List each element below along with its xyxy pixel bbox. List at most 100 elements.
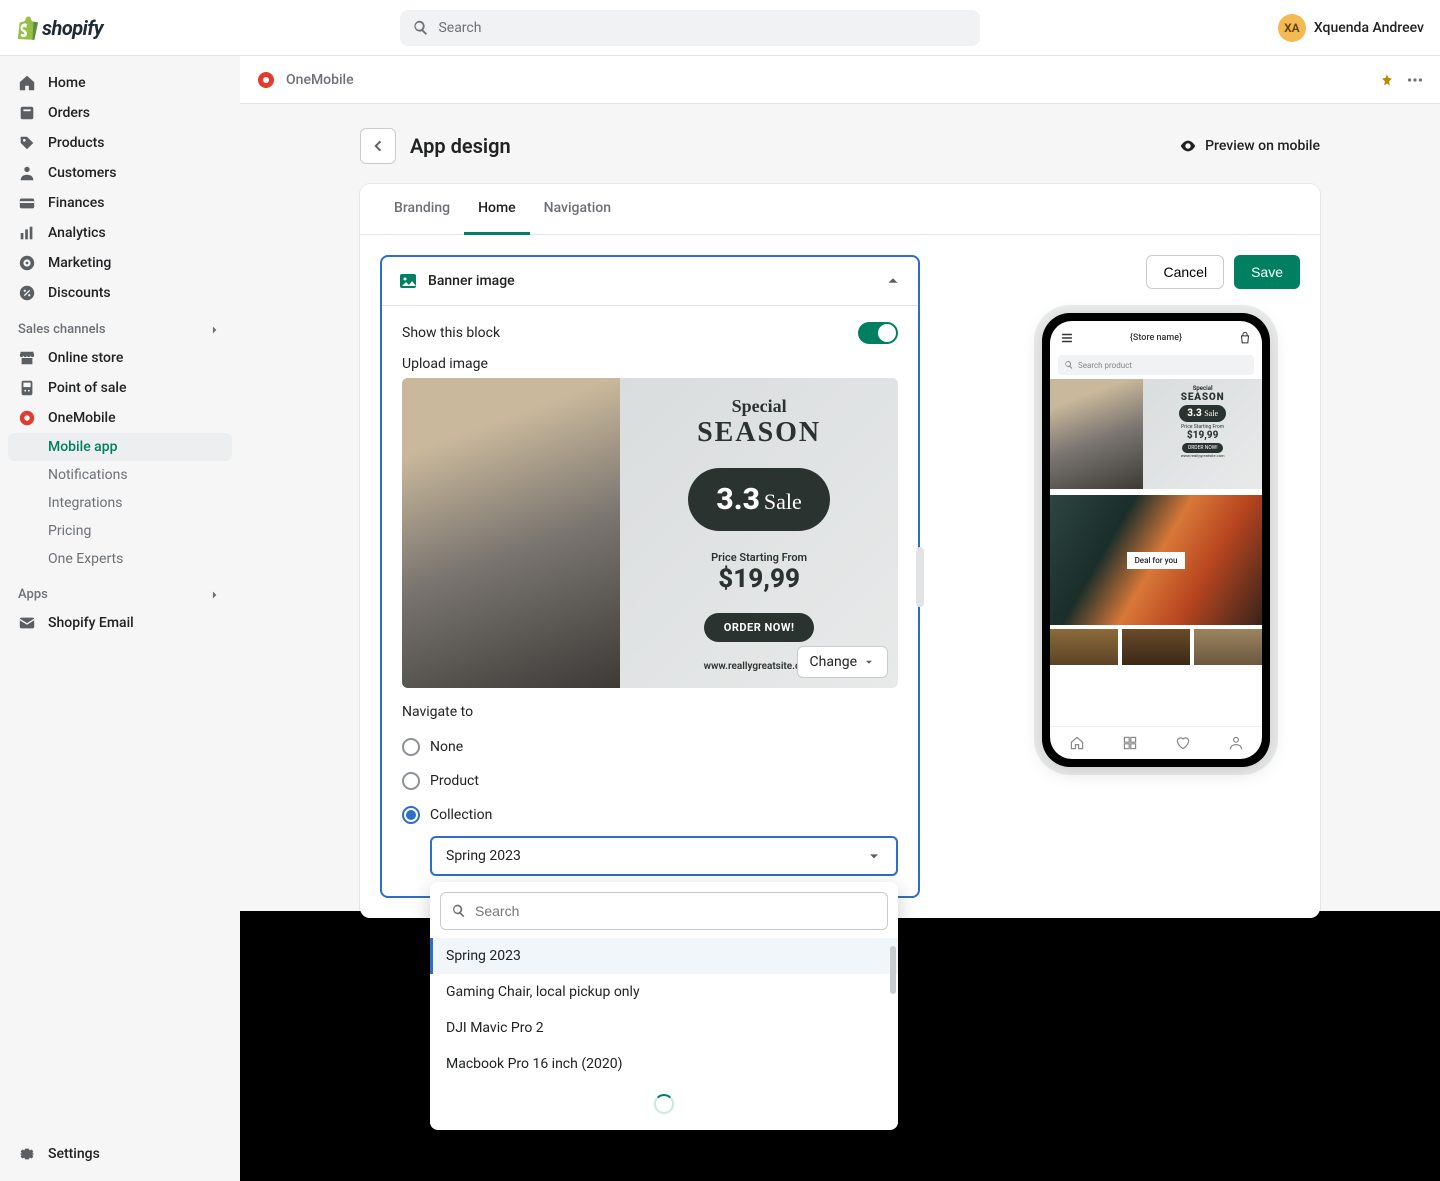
nav-home[interactable]: Home <box>8 68 232 98</box>
nav-customers[interactable]: Customers <box>8 158 232 188</box>
back-button[interactable] <box>360 128 396 164</box>
banner-image-block: Banner image Show this block Upload imag… <box>380 255 920 898</box>
preview-on-mobile[interactable]: Preview on mobile <box>1179 137 1320 155</box>
phone-preview: {Store name} Search product <box>1042 313 1270 767</box>
dropdown-item[interactable]: Spring 2023 <box>430 938 898 974</box>
nav-settings[interactable]: Settings <box>8 1139 232 1169</box>
tab-navigation[interactable]: Navigation <box>530 184 625 234</box>
image-icon <box>398 271 418 291</box>
gear-icon <box>18 1145 36 1163</box>
phone-thumbnails <box>1050 625 1262 669</box>
phone-store-name: {Store name} <box>1130 333 1182 343</box>
resize-handle[interactable] <box>916 547 924 607</box>
tab-home[interactable]: Home <box>464 184 530 235</box>
analytics-icon <box>18 224 36 242</box>
nav-notifications[interactable]: Notifications <box>8 461 232 489</box>
nav-mobile-app[interactable]: Mobile app <box>8 433 232 461</box>
user-icon <box>1228 735 1244 751</box>
user-menu[interactable]: XA Xquenda Andreev <box>1278 14 1424 42</box>
phone-deal: Deal for you <box>1050 495 1262 625</box>
tabs: Branding Home Navigation <box>360 184 1320 235</box>
banner-person <box>402 378 620 688</box>
nav-pos[interactable]: Point of sale <box>8 373 232 403</box>
collection-dropdown: Spring 2023 Gaming Chair, local pickup o… <box>430 882 898 1130</box>
nav-analytics[interactable]: Analytics <box>8 218 232 248</box>
dropdown-search[interactable] <box>440 892 888 930</box>
nav-finances[interactable]: Finances <box>8 188 232 218</box>
change-image-button[interactable]: Change <box>797 646 888 678</box>
marketing-icon <box>18 254 36 272</box>
dropdown-item[interactable]: DJI Mavic Pro 2 <box>430 1010 898 1046</box>
nav-online-store[interactable]: Online store <box>8 343 232 373</box>
tab-branding[interactable]: Branding <box>380 184 464 234</box>
radio-icon <box>402 806 420 824</box>
banner-price-from: Price Starting From <box>711 551 807 564</box>
menu-icon <box>1060 331 1074 345</box>
shopify-logo: shopify <box>16 16 103 40</box>
select-value: Spring 2023 <box>446 848 521 864</box>
search-placeholder: Search <box>438 20 481 36</box>
dropdown-search-input[interactable] <box>475 903 877 919</box>
nav-products[interactable]: Products <box>8 128 232 158</box>
app-bar-title: OneMobile <box>286 72 354 88</box>
nav-onemobile[interactable]: OneMobile <box>8 403 232 433</box>
user-name: Xquenda Andreev <box>1314 20 1424 36</box>
home-icon <box>1069 735 1085 751</box>
global-search[interactable]: Search <box>400 10 980 46</box>
phone-search: Search product <box>1058 355 1254 375</box>
sidebar: Home Orders Products Customers Finances … <box>0 56 240 1181</box>
nav-shopify-email[interactable]: Shopify Email <box>8 608 232 638</box>
radio-product[interactable]: Product <box>402 764 898 798</box>
nav-orders[interactable]: Orders <box>8 98 232 128</box>
nav-integrations[interactable]: Integrations <box>8 489 232 517</box>
search-icon <box>451 903 467 919</box>
block-title: Banner image <box>428 273 515 289</box>
home-icon <box>18 74 36 92</box>
radio-none[interactable]: None <box>402 730 898 764</box>
discounts-icon <box>18 284 36 302</box>
dropdown-item[interactable]: Macbook Pro 16 inch (2020) <box>430 1046 898 1082</box>
heart-icon <box>1175 735 1191 751</box>
top-header: shopify Search XA Xquenda Andreev <box>0 0 1440 56</box>
nav-marketing[interactable]: Marketing <box>8 248 232 278</box>
nav-pricing[interactable]: Pricing <box>8 517 232 545</box>
radio-collection[interactable]: Collection <box>402 798 898 832</box>
chevron-right-icon <box>208 323 222 337</box>
banner-order-btn: ORDER NOW! <box>704 613 815 642</box>
app-bar: OneMobile <box>240 56 1440 104</box>
phone-bottom-nav <box>1050 726 1262 759</box>
grid-icon <box>1122 735 1138 751</box>
radio-icon <box>402 772 420 790</box>
bag-icon <box>1238 331 1252 345</box>
store-icon <box>18 349 36 367</box>
nav-one-experts[interactable]: One Experts <box>8 545 232 573</box>
cancel-button[interactable]: Cancel <box>1146 255 1224 289</box>
eye-icon <box>1179 137 1197 155</box>
show-block-toggle[interactable] <box>858 322 898 344</box>
pos-icon <box>18 379 36 397</box>
chevron-up-icon <box>884 272 902 290</box>
save-button[interactable]: Save <box>1234 255 1300 289</box>
block-header[interactable]: Banner image <box>382 257 918 306</box>
loading-spinner <box>654 1094 674 1114</box>
dropdown-item[interactable]: Gaming Chair, local pickup only <box>430 974 898 1010</box>
banner-special: Special <box>697 396 821 417</box>
more-icon[interactable] <box>1406 71 1424 89</box>
banner-sale-pill: 3.3 Sale <box>688 468 829 531</box>
pin-icon[interactable] <box>1380 73 1394 87</box>
nav-discounts[interactable]: Discounts <box>8 278 232 308</box>
onemobile-app-icon <box>256 70 276 90</box>
radio-icon <box>402 738 420 756</box>
orders-icon <box>18 104 36 122</box>
navigate-to-label: Navigate to <box>402 704 898 720</box>
collection-select[interactable]: Spring 2023 <box>430 836 898 876</box>
dropdown-scrollbar[interactable] <box>890 946 896 994</box>
banner-price: $19,99 <box>711 564 807 594</box>
brand-text: shopify <box>42 16 103 40</box>
shopify-bag-icon <box>16 16 38 40</box>
banner-season: SEASON <box>697 417 821 449</box>
apps-header[interactable]: Apps <box>8 573 232 608</box>
sales-channels-header[interactable]: Sales channels <box>8 308 232 343</box>
finances-icon <box>18 194 36 212</box>
avatar: XA <box>1278 14 1306 42</box>
